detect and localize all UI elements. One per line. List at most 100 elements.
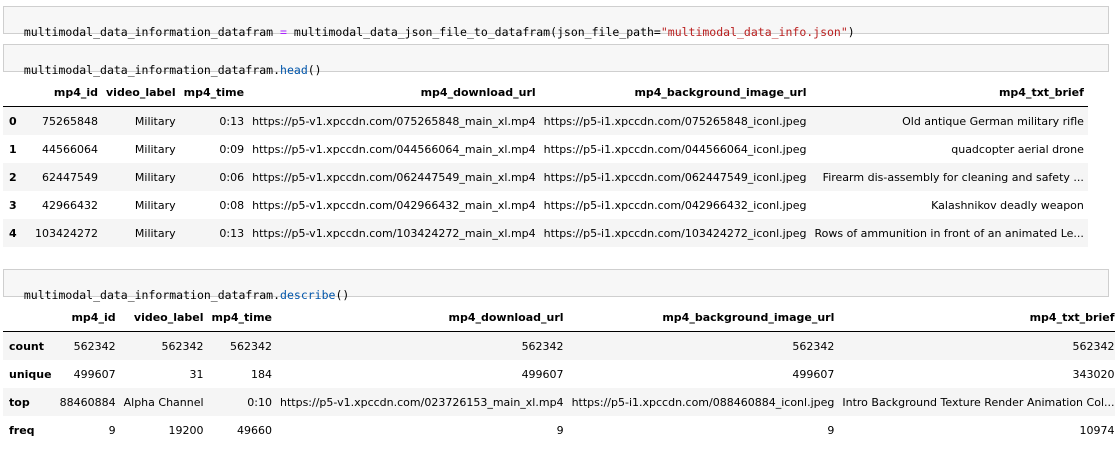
code-cell-head[interactable]: multimodal_data_information_datafram.hea… [3, 44, 1109, 77]
cell-download-url: 499607 [521, 367, 564, 381]
row-index: 3 [9, 198, 17, 212]
cell-txt-brief: Rows of ammunition in front of an animat… [814, 226, 1084, 240]
table-row: freq 9 19200 49660 9 9 10974 [3, 416, 1115, 444]
row-index: freq [9, 423, 35, 437]
cell-background-image-url: https://p5-i1.xpccdn.com/042966432_iconl… [543, 198, 807, 212]
column-header: mp4_download_url [276, 303, 568, 332]
cell-mp4-id: 88460884 [59, 395, 116, 409]
row-index: 4 [9, 226, 17, 240]
cell-mp4-id: 75265848 [42, 114, 98, 128]
cell-mp4-id: 62447549 [42, 170, 98, 184]
row-index: top [9, 395, 30, 409]
code-variable: multimodal_data_information_datafram [23, 25, 274, 39]
cell-txt-brief: 343020 [1072, 367, 1115, 381]
cell-txt-brief: Intro Background Texture Render Animatio… [842, 395, 1115, 409]
cell-background-image-url: https://p5-i1.xpccdn.com/088460884_iconl… [571, 395, 835, 409]
cell-background-image-url: https://p5-i1.xpccdn.com/075265848_iconl… [543, 114, 807, 128]
cell-download-url: https://p5-v1.xpccdn.com/075265848_main_… [252, 114, 536, 128]
cell-download-url: 9 [556, 423, 564, 437]
index-header [3, 78, 31, 107]
cell-background-image-url: 562342 [792, 339, 835, 353]
code-cell-describe[interactable]: multimodal_data_information_datafram.des… [3, 269, 1109, 302]
cell-mp4-time: 0:08 [219, 198, 245, 212]
cell-background-image-url: 499607 [792, 367, 835, 381]
column-header: mp4_time [179, 78, 249, 107]
code-function-call: multimodal_data_json_file_to_datafram(js… [293, 25, 661, 39]
cell-background-image-url: https://p5-i1.xpccdn.com/044566064_iconl… [543, 142, 807, 156]
table-row: unique 499607 31 184 499607 499607 34302… [3, 360, 1115, 388]
cell-video-label: Military [134, 226, 176, 240]
cell-video-label: Military [134, 114, 176, 128]
cell-txt-brief: Old antique German military rifle [902, 114, 1084, 128]
table-row: top 88460884 Alpha Channel 0:10 https://… [3, 388, 1115, 416]
code-method: describe [280, 288, 336, 302]
code-variable: multimodal_data_information_datafram. [23, 288, 281, 302]
cell-mp4-id: 9 [108, 423, 116, 437]
cell-video-label: 19200 [168, 423, 204, 437]
column-header: mp4_id [31, 78, 102, 107]
row-index: 1 [9, 142, 17, 156]
column-header: mp4_id [55, 303, 120, 332]
code-method: head [280, 63, 308, 77]
cell-download-url: https://p5-v1.xpccdn.com/103424272_main_… [252, 226, 536, 240]
column-header: mp4_txt_brief [838, 303, 1115, 332]
row-index: 0 [9, 114, 17, 128]
cell-mp4-time: 0:09 [219, 142, 245, 156]
column-header: video_label [119, 303, 208, 332]
cell-video-label: Military [134, 170, 176, 184]
index-header [3, 303, 56, 332]
column-header: video_label [102, 78, 180, 107]
cell-txt-brief: 562342 [1072, 339, 1115, 353]
code-assign-operator: = [273, 25, 294, 39]
column-header: mp4_background_image_url [539, 78, 811, 107]
cell-download-url: https://p5-v1.xpccdn.com/044566064_main_… [252, 142, 536, 156]
table-row: 2 62447549 Military 0:06 https://p5-v1.x… [3, 163, 1088, 191]
column-header: mp4_background_image_url [567, 303, 839, 332]
cell-mp4-time: 0:13 [219, 226, 245, 240]
cell-mp4-time: 0:13 [219, 114, 245, 128]
code-parens: () [307, 63, 322, 77]
cell-mp4-id: 499607 [73, 367, 116, 381]
table-row: 3 42966432 Military 0:08 https://p5-v1.x… [3, 191, 1088, 219]
code-parens: () [335, 288, 350, 302]
table-row: 0 75265848 Military 0:13 https://p5-v1.x… [3, 106, 1088, 135]
cell-txt-brief: 10974 [1079, 423, 1115, 437]
cell-mp4-id: 44566064 [42, 142, 98, 156]
cell-video-label: Alpha Channel [123, 395, 204, 409]
cell-mp4-time: 562342 [230, 339, 272, 353]
head-output-table: mp4_id video_label mp4_time mp4_download… [3, 78, 1088, 247]
cell-download-url: 562342 [521, 339, 564, 353]
cell-video-label: Military [134, 142, 176, 156]
cell-video-label: 562342 [161, 339, 204, 353]
code-variable: multimodal_data_information_datafram. [23, 63, 281, 77]
cell-background-image-url: https://p5-i1.xpccdn.com/062447549_iconl… [543, 170, 807, 184]
cell-background-image-url: https://p5-i1.xpccdn.com/103424272_iconl… [543, 226, 807, 240]
code-cell-load[interactable]: multimodal_data_information_datafram = m… [3, 6, 1109, 39]
cell-download-url: https://p5-v1.xpccdn.com/042966432_main_… [252, 198, 536, 212]
cell-mp4-time: 0:06 [219, 170, 245, 184]
row-index: unique [9, 367, 52, 381]
row-index: count [9, 339, 44, 353]
cell-txt-brief: quadcopter aerial drone [951, 142, 1084, 156]
cell-video-label: 31 [189, 367, 204, 381]
code-string-argument: "multimodal_data_info.json" [660, 25, 848, 39]
cell-mp4-time: 184 [251, 367, 272, 381]
table-row: 4 103424272 Military 0:13 https://p5-v1.… [3, 219, 1088, 247]
describe-output-table: mp4_id video_label mp4_time mp4_download… [3, 303, 1115, 444]
cell-mp4-id: 562342 [73, 339, 116, 353]
code-close-paren: ) [847, 25, 855, 39]
cell-mp4-id: 103424272 [35, 226, 98, 240]
table-header-row: mp4_id video_label mp4_time mp4_download… [3, 303, 1115, 332]
column-header: mp4_time [207, 303, 276, 332]
cell-txt-brief: Kalashnikov deadly weapon [931, 198, 1084, 212]
cell-background-image-url: 9 [827, 423, 835, 437]
table-row: 1 44566064 Military 0:09 https://p5-v1.x… [3, 135, 1088, 163]
table-row: count 562342 562342 562342 562342 562342… [3, 331, 1115, 360]
cell-mp4-id: 42966432 [42, 198, 98, 212]
column-header: mp4_download_url [248, 78, 540, 107]
cell-mp4-time: 0:10 [247, 395, 272, 409]
cell-txt-brief: Firearm dis-assembly for cleaning and sa… [822, 170, 1084, 184]
column-header: mp4_txt_brief [810, 78, 1088, 107]
cell-mp4-time: 49660 [237, 423, 272, 437]
row-index: 2 [9, 170, 17, 184]
